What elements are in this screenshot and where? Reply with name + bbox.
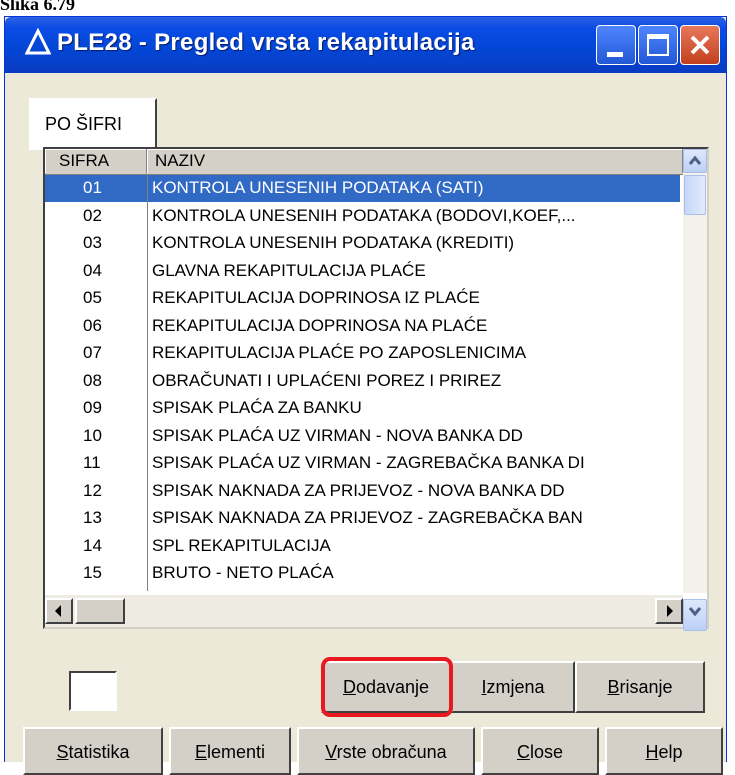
- elementi-button[interactable]: Elementi: [169, 727, 291, 775]
- statistika-label: tatistika: [68, 742, 130, 762]
- statistika-hotkey: S: [56, 742, 69, 762]
- elementi-label: lementi: [206, 742, 266, 762]
- elementi-hotkey: E: [194, 742, 207, 762]
- row-name: SPISAK PLAĆA UZ VIRMAN - NOVA BANKA DD: [152, 425, 523, 445]
- row-code: 09: [83, 398, 102, 417]
- brisanje-hotkey: B: [607, 677, 620, 697]
- izmjena-button[interactable]: Izmjena: [451, 661, 575, 713]
- row-name: KONTROLA UNESENIH PODATAKA (KREDITI): [152, 233, 515, 252]
- vrste-obracuna-hotkey: V: [325, 742, 337, 762]
- minimize-button[interactable]: [596, 25, 636, 65]
- close-label: lose: [529, 742, 564, 762]
- horizontal-scroll-thumb[interactable]: [75, 598, 125, 624]
- row-code: 01: [83, 178, 102, 197]
- row-name: SPISAK NAKNADA ZA PRIJEVOZ - ZAGREBAČKA …: [152, 508, 583, 527]
- scroll-left-button[interactable]: [45, 598, 73, 624]
- row-code: 03: [83, 233, 102, 252]
- highlight-frame: [321, 657, 453, 717]
- vrste-obracuna-button[interactable]: Vrste obračuna: [297, 727, 475, 775]
- row-name: OBRAČUNATI I UPLAĆENI POREZ I PRIREZ: [152, 370, 502, 390]
- brisanje-button[interactable]: Brisanje: [575, 661, 705, 713]
- row-name: SPISAK NAKNADA ZA PRIJEVOZ - NOVA BANKA …: [152, 480, 565, 500]
- scroll-right-button[interactable]: [655, 598, 683, 624]
- table-row[interactable]: 10 SPISAK PLAĆA UZ VIRMAN - NOVA BANKA DD: [45, 423, 683, 451]
- search-code-input[interactable]: [69, 671, 117, 711]
- chevron-up-icon: [688, 155, 702, 165]
- row-code: 10: [83, 425, 102, 445]
- izmjena-label: zmjena: [486, 677, 545, 697]
- close-icon: [690, 35, 710, 55]
- recap-types-grid[interactable]: SIFRA NAZIV 01 KONTROLA UNESENIH PODATAKA…: [43, 147, 709, 631]
- table-row[interactable]: 06 REKAPITULACIJA DOPRINOSA NA PLAĆE: [45, 313, 683, 341]
- row-name: SPISAK PLAĆA ZA BANKU: [152, 398, 362, 417]
- table-row[interactable]: 12 SPISAK NAKNADA ZA PRIJEVOZ - NOVA BANK…: [45, 478, 683, 506]
- row-code: 06: [83, 315, 102, 335]
- row-name: REKAPITULACIJA DOPRINOSA IZ PLAĆE: [152, 288, 480, 307]
- row-code: 14: [83, 535, 102, 555]
- help-label: elp: [658, 742, 683, 762]
- row-code: 08: [83, 370, 102, 390]
- row-name: KONTROLA UNESENIH PODATAKA (SATI): [152, 178, 484, 197]
- tab-label: PO ŠIFRI: [45, 114, 123, 134]
- column-header-sifra[interactable]: SIFRA: [45, 149, 147, 173]
- table-row[interactable]: 01 KONTROLA UNESENIH PODATAKA (SATI): [45, 175, 683, 203]
- tab-po-sifri[interactable]: PO ŠIFRI: [29, 98, 157, 150]
- row-code: 04: [83, 260, 102, 280]
- window-title: PLE28 - Pregled vrsta rekapitulacija: [57, 29, 475, 56]
- row-name: SPISAK PLAĆA UZ VIRMAN - ZAGREBAČKA BANK…: [152, 453, 585, 472]
- main-window: PLE28 - Pregled vrsta rekapitulacija PO …: [4, 16, 727, 775]
- row-name: BRUTO - NETO PLAĆA: [152, 563, 334, 582]
- table-row[interactable]: 15 BRUTO - NETO PLAĆA: [45, 560, 683, 588]
- horizontal-scrollbar[interactable]: [45, 595, 683, 627]
- figure-caption: Slika 6.79: [0, 0, 76, 14]
- vrste-obracuna-label: rste obračuna: [336, 742, 447, 762]
- table-row[interactable]: 09 SPISAK PLAĆA ZA BANKU: [45, 395, 683, 423]
- row-code: 05: [83, 288, 102, 307]
- chevron-down-icon: [688, 607, 702, 617]
- vertical-scrollbar[interactable]: [683, 149, 707, 593]
- row-code: 15: [83, 563, 102, 582]
- title-bar[interactable]: PLE28 - Pregled vrsta rekapitulacija: [5, 17, 726, 73]
- table-row[interactable]: 05 REKAPITULACIJA DOPRINOSA IZ PLAĆE: [45, 285, 683, 313]
- row-code: 13: [83, 508, 102, 527]
- maximize-icon: [647, 34, 669, 56]
- table-row[interactable]: 14 SPL REKAPITULACIJA: [45, 533, 683, 561]
- brisanje-label: risanje: [619, 677, 673, 697]
- help-button[interactable]: Help: [605, 727, 723, 775]
- table-row[interactable]: 13 SPISAK NAKNADA ZA PRIJEVOZ - ZAGREBAČK…: [45, 505, 683, 533]
- column-header-naziv[interactable]: NAZIV: [147, 149, 683, 173]
- help-hotkey: H: [645, 742, 659, 762]
- minimize-icon: [607, 52, 623, 57]
- arrow-right-icon: [667, 605, 673, 617]
- table-row[interactable]: 04 GLAVNA REKAPITULACIJA PLAĆE: [45, 258, 683, 286]
- app-triangle-icon: [25, 27, 51, 55]
- maximize-button[interactable]: [638, 25, 678, 65]
- table-row[interactable]: 11 SPISAK PLAĆA UZ VIRMAN - ZAGREBAČKA BA…: [45, 450, 683, 478]
- table-row[interactable]: 02 KONTROLA UNESENIH PODATAKA (BODOVI,KOE…: [45, 203, 683, 231]
- row-name: GLAVNA REKAPITULACIJA PLAĆE: [152, 260, 426, 280]
- row-name: REKAPITULACIJA DOPRINOSA NA PLAĆE: [152, 315, 488, 335]
- close-window-button[interactable]: [680, 25, 720, 65]
- row-name: REKAPITULACIJA PLAĆE PO ZAPOSLENICIMA: [152, 343, 527, 362]
- scroll-down-button[interactable]: [683, 599, 707, 631]
- row-code: 11: [83, 453, 101, 472]
- row-name: SPL REKAPITULACIJA: [152, 535, 331, 555]
- row-code: 12: [83, 480, 102, 500]
- close-hotkey: C: [516, 742, 530, 762]
- row-name: KONTROLA UNESENIH PODATAKA (BODOVI,KOEF,…: [152, 205, 576, 225]
- column-separator: [147, 175, 148, 591]
- arrow-left-icon: [55, 605, 61, 617]
- vertical-scroll-thumb[interactable]: [684, 175, 706, 215]
- grid-header: SIFRA NAZIV: [45, 149, 683, 175]
- scroll-up-button[interactable]: [683, 149, 707, 173]
- table-row[interactable]: 08 OBRAČUNATI I UPLAĆENI POREZ I PRIREZ: [45, 368, 683, 396]
- row-code: 07: [83, 343, 102, 362]
- statistika-button[interactable]: Statistika: [23, 727, 163, 775]
- table-row[interactable]: 03 KONTROLA UNESENIH PODATAKA (KREDITI): [45, 230, 683, 258]
- row-code: 02: [83, 205, 102, 225]
- table-row[interactable]: 07 REKAPITULACIJA PLAĆE PO ZAPOSLENICIMA: [45, 340, 683, 368]
- close-button[interactable]: Close: [481, 727, 599, 775]
